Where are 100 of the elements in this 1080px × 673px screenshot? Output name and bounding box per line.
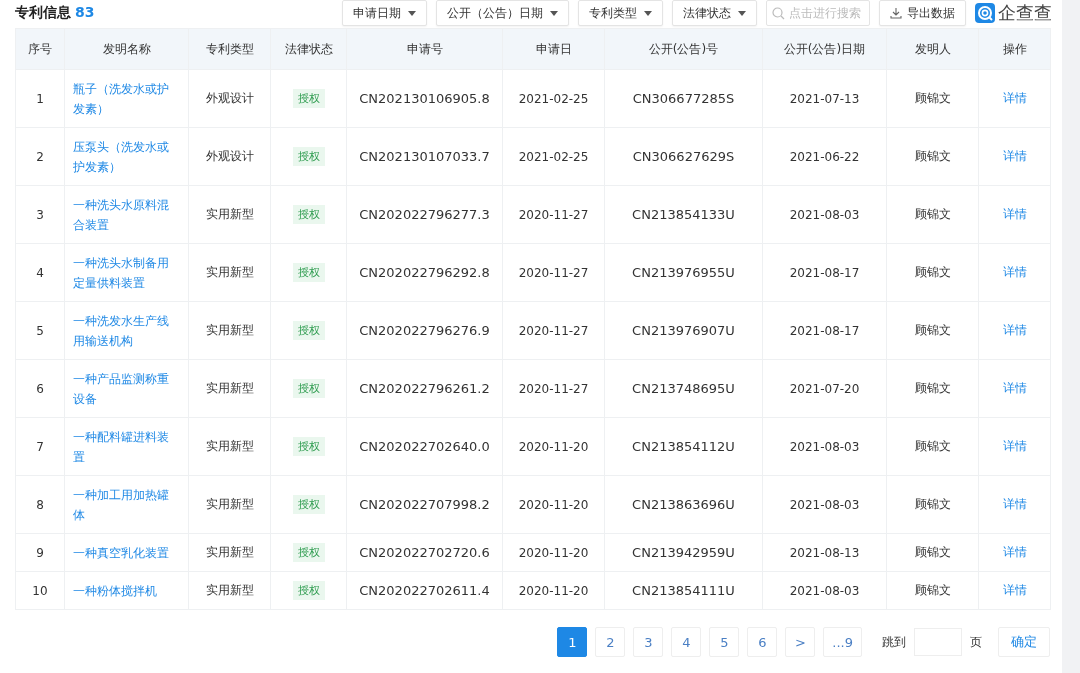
- caret-icon: [550, 10, 558, 16]
- table-cell: CN306677285S: [632, 91, 735, 106]
- status-tag: 授权: [292, 495, 325, 514]
- column-header: 申请日: [502, 28, 605, 70]
- table-cell: 10: [32, 583, 48, 598]
- logo-icon: [975, 3, 995, 23]
- table-cell: CN202022702640.0: [359, 439, 490, 454]
- caret-icon: [408, 10, 416, 16]
- page-button[interactable]: 2: [595, 627, 626, 657]
- table-cell: 2020-11-27: [518, 323, 589, 338]
- confirm-button[interactable]: 确定: [998, 627, 1050, 657]
- column-header: 公开(公告)号: [604, 28, 763, 70]
- table-cell: 2021-02-25: [518, 91, 589, 106]
- column-header: 发明名称: [64, 28, 189, 70]
- details-link[interactable]: 详情: [1002, 149, 1027, 163]
- details-link[interactable]: 详情: [1002, 583, 1027, 597]
- caret-icon: [738, 10, 746, 16]
- filter-dropdown[interactable]: 申请日期: [342, 0, 427, 26]
- table-cell: CN202130107033.7: [359, 149, 490, 164]
- page-button[interactable]: 3: [633, 627, 664, 657]
- details-link[interactable]: 详情: [1002, 497, 1027, 511]
- status-tag: 授权: [292, 543, 325, 562]
- table-cell: 顾锦文: [914, 207, 951, 221]
- table-cell: 顾锦文: [914, 323, 951, 337]
- table-cell: 实用新型: [205, 265, 254, 279]
- status-tag: 授权: [292, 379, 325, 398]
- details-link[interactable]: 详情: [1002, 91, 1027, 105]
- table-cell: 2020-11-27: [518, 381, 589, 396]
- column-header: 序号: [15, 28, 65, 70]
- table-cell: 2021-07-20: [789, 381, 860, 396]
- page-button[interactable]: 1: [557, 627, 588, 657]
- table-cell: CN213976955U: [632, 265, 735, 280]
- table-cell: 6: [36, 381, 44, 396]
- table-cell: 实用新型: [205, 381, 254, 395]
- table-cell: 4: [36, 265, 44, 280]
- details-link[interactable]: 详情: [1002, 381, 1027, 395]
- table-cell: CN213976907U: [632, 323, 735, 338]
- table-cell: 顾锦文: [914, 381, 951, 395]
- table-cell: CN213748695U: [632, 381, 735, 396]
- table-cell: CN306627629S: [632, 149, 735, 164]
- table-cell: 2021-08-03: [789, 583, 860, 598]
- page-button[interactable]: 6: [747, 627, 778, 657]
- column-header: 申请号: [346, 28, 503, 70]
- column-header: 发明人: [886, 28, 979, 70]
- details-link[interactable]: 详情: [1002, 323, 1027, 337]
- table-cell: 顾锦文: [914, 497, 951, 511]
- page-button[interactable]: >: [785, 627, 816, 657]
- table-cell: 实用新型: [205, 583, 254, 597]
- logo-text: 企查查: [998, 1, 1052, 25]
- table-cell: 2020-11-27: [518, 207, 589, 222]
- page-unit-label: 页: [970, 633, 982, 651]
- jump-label: 跳到: [882, 633, 906, 651]
- table-cell: 2020-11-27: [518, 265, 589, 280]
- patent-count: 83: [75, 4, 95, 20]
- page-button[interactable]: 5: [709, 627, 740, 657]
- status-tag: 授权: [292, 321, 325, 340]
- table-cell: CN202130106905.8: [359, 91, 490, 106]
- details-link[interactable]: 详情: [1002, 207, 1027, 221]
- table-cell: 实用新型: [205, 207, 254, 221]
- table-cell: 2021-06-22: [789, 149, 860, 164]
- table-cell: 7: [36, 439, 44, 454]
- table-cell: 实用新型: [205, 545, 254, 559]
- table-cell: 2021-08-03: [789, 207, 860, 222]
- section-title: 专利信息: [15, 4, 71, 22]
- table-cell: 顾锦文: [914, 439, 951, 453]
- table-cell: 2020-11-20: [518, 439, 589, 454]
- table-cell: 1: [36, 91, 44, 106]
- table-cell: 2020-11-20: [518, 583, 589, 598]
- details-link[interactable]: 详情: [1002, 265, 1027, 279]
- table-cell: 2: [36, 149, 44, 164]
- status-tag: 授权: [292, 205, 325, 224]
- filter-dropdown[interactable]: 专利类型: [578, 0, 663, 26]
- status-tag: 授权: [292, 89, 325, 108]
- search-field[interactable]: 点击进行搜索: [766, 0, 870, 26]
- table-cell: 3: [36, 207, 44, 222]
- table-cell: 2020-11-20: [518, 545, 589, 560]
- table-cell: CN202022796292.8: [359, 265, 490, 280]
- table-cell: CN213863696U: [632, 497, 735, 512]
- table-cell: CN202022702720.6: [359, 545, 490, 560]
- status-tag: 授权: [292, 437, 325, 456]
- table-cell: 2021-08-13: [789, 545, 860, 560]
- filter-dropdown[interactable]: 公开（公告）日期: [436, 0, 569, 26]
- table-cell: 8: [36, 497, 44, 512]
- table-cell: CN213942959U: [632, 545, 735, 560]
- details-link[interactable]: 详情: [1002, 545, 1027, 559]
- table-cell: 外观设计: [205, 149, 254, 163]
- export-button[interactable]: 导出数据: [879, 0, 966, 26]
- table-cell: 2021-08-17: [789, 265, 860, 280]
- table-cell: 顾锦文: [914, 583, 951, 597]
- table-cell: 2021-08-03: [789, 497, 860, 512]
- table-cell: 顾锦文: [914, 91, 951, 105]
- details-link[interactable]: 详情: [1002, 439, 1027, 453]
- table-cell: 外观设计: [205, 91, 254, 105]
- status-tag: 授权: [292, 581, 325, 600]
- status-tag: 授权: [292, 147, 325, 166]
- filter-dropdown[interactable]: 法律状态: [672, 0, 757, 26]
- column-header: 法律状态: [270, 28, 347, 70]
- page-button[interactable]: ...9: [823, 627, 862, 657]
- page-button[interactable]: 4: [671, 627, 702, 657]
- table-cell: 2021-07-13: [789, 91, 860, 106]
